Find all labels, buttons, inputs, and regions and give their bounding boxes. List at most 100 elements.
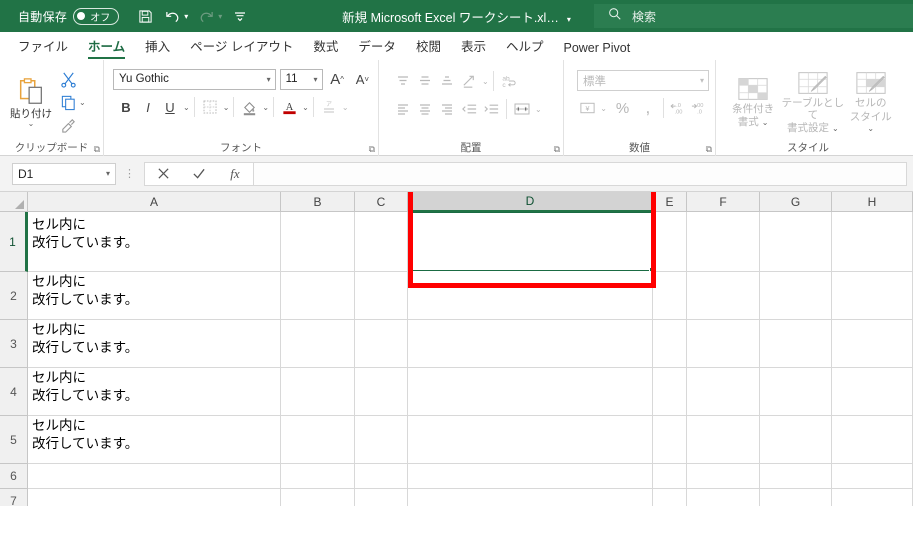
cell-d5[interactable] xyxy=(408,416,653,464)
active-cell-d1[interactable] xyxy=(408,212,653,271)
column-header-d[interactable]: D xyxy=(408,192,653,212)
cell-f4[interactable] xyxy=(687,368,760,416)
underline-dropdown-caret[interactable]: ⌄ xyxy=(183,103,190,112)
cell-g4[interactable] xyxy=(760,368,832,416)
cell-a4[interactable]: セル内に 改行しています。 xyxy=(28,368,281,416)
grow-font-icon[interactable]: A ^ xyxy=(327,68,348,90)
italic-button[interactable]: I xyxy=(137,96,159,118)
row-header-3[interactable]: 3 xyxy=(0,320,28,368)
cell-d3[interactable] xyxy=(408,320,653,368)
cell-b3[interactable] xyxy=(281,320,355,368)
undo-icon[interactable] xyxy=(160,4,184,28)
cancel-icon[interactable] xyxy=(145,163,181,185)
align-left-icon[interactable] xyxy=(392,98,414,120)
font-name-input[interactable]: Yu Gothic ▾ xyxy=(113,68,276,90)
merge-cells-icon[interactable] xyxy=(511,98,533,120)
merge-dropdown-caret[interactable]: ⌄ xyxy=(535,105,542,114)
align-top-icon[interactable] xyxy=(392,70,414,92)
font-dialog-launcher[interactable]: ⧉ xyxy=(369,144,375,155)
cell-h6[interactable] xyxy=(832,464,913,489)
cell-c7[interactable] xyxy=(355,489,408,506)
document-title-caret[interactable]: ▾ xyxy=(567,15,571,24)
cell-f5[interactable] xyxy=(687,416,760,464)
select-all-corner[interactable] xyxy=(0,192,28,212)
name-box-caret[interactable]: ▾ xyxy=(106,169,110,178)
format-painter-icon[interactable] xyxy=(57,114,79,136)
align-middle-icon[interactable] xyxy=(414,70,436,92)
cell-b7[interactable] xyxy=(281,489,355,506)
cell-h5[interactable] xyxy=(832,416,913,464)
tab-home[interactable]: ホーム xyxy=(78,33,135,60)
cell-c3[interactable] xyxy=(355,320,408,368)
font-color-icon[interactable]: A xyxy=(278,96,300,118)
cell-e4[interactable] xyxy=(653,368,687,416)
borders-icon[interactable] xyxy=(199,96,221,118)
clipboard-dialog-launcher[interactable]: ⧉ xyxy=(94,144,100,155)
cell-a2[interactable]: セル内に 改行しています。 xyxy=(28,272,281,320)
search-input[interactable]: 検索 xyxy=(594,4,913,28)
increase-decimal-icon[interactable]: .0.00 xyxy=(667,97,688,119)
font-name-caret[interactable]: ▾ xyxy=(267,75,271,84)
cell-h2[interactable] xyxy=(832,272,913,320)
paste-dropdown-caret[interactable]: ⌄ xyxy=(28,120,35,128)
cell-c5[interactable] xyxy=(355,416,408,464)
tab-insert[interactable]: 挿入 xyxy=(135,33,180,60)
tab-help[interactable]: ヘルプ xyxy=(496,33,554,60)
tab-review[interactable]: 校閲 xyxy=(406,33,451,60)
cell-d4[interactable] xyxy=(408,368,653,416)
row-header-2[interactable]: 2 xyxy=(0,272,28,320)
autosave-toggle[interactable]: オフ xyxy=(73,7,120,25)
cell-c4[interactable] xyxy=(355,368,408,416)
cell-e5[interactable] xyxy=(653,416,687,464)
column-header-e[interactable]: E xyxy=(653,192,687,212)
cell-f6[interactable] xyxy=(687,464,760,489)
format-as-table-button[interactable]: テーブルとして 書式設定 ⌄ xyxy=(781,66,844,135)
name-box[interactable]: D1 ▾ xyxy=(12,162,116,185)
cell-a5[interactable]: セル内に 改行しています。 xyxy=(28,416,281,464)
column-header-a[interactable]: A xyxy=(28,192,281,212)
tab-power-pivot[interactable]: Power Pivot xyxy=(553,38,640,60)
cell-g5[interactable] xyxy=(760,416,832,464)
cell-g6[interactable] xyxy=(760,464,832,489)
cell-styles-button[interactable]: セルの スタイル ⌄ xyxy=(847,66,895,135)
cell-c1[interactable] xyxy=(355,212,408,272)
cell-b2[interactable] xyxy=(281,272,355,320)
bold-button[interactable]: B xyxy=(115,96,137,118)
align-bottom-icon[interactable] xyxy=(436,70,458,92)
cell-d2[interactable] xyxy=(408,272,653,320)
cut-icon[interactable] xyxy=(57,68,79,90)
cell-g2[interactable] xyxy=(760,272,832,320)
increase-indent-icon[interactable] xyxy=(480,98,502,120)
paste-button[interactable]: 貼り付け ⌄ xyxy=(5,73,57,129)
row-header-4[interactable]: 4 xyxy=(0,368,28,416)
accounting-format-icon[interactable]: ¥ xyxy=(577,97,598,119)
cell-f1[interactable] xyxy=(687,212,760,272)
shrink-font-icon[interactable]: A ˅ xyxy=(352,68,373,90)
underline-button[interactable]: U xyxy=(159,96,181,118)
accounting-dropdown-caret[interactable]: ⌄ xyxy=(600,104,607,113)
borders-dropdown-caret[interactable]: ⌄ xyxy=(223,103,230,112)
cell-e3[interactable] xyxy=(653,320,687,368)
alignment-dialog-launcher[interactable]: ⧉ xyxy=(554,144,560,155)
cell-d7[interactable] xyxy=(408,489,653,506)
cell-b6[interactable] xyxy=(281,464,355,489)
column-header-c[interactable]: C xyxy=(355,192,408,212)
cell-f2[interactable] xyxy=(687,272,760,320)
cell-h7[interactable] xyxy=(832,489,913,506)
copy-dropdown-caret[interactable]: ⌄ xyxy=(79,98,86,107)
number-format-caret[interactable]: ▾ xyxy=(700,76,704,85)
cell-f3[interactable] xyxy=(687,320,760,368)
confirm-icon[interactable] xyxy=(181,163,217,185)
cell-b4[interactable] xyxy=(281,368,355,416)
tab-formulas[interactable]: 数式 xyxy=(303,33,348,60)
column-header-h[interactable]: H xyxy=(832,192,913,212)
tab-view[interactable]: 表示 xyxy=(451,33,496,60)
cell-c2[interactable] xyxy=(355,272,408,320)
cell-h4[interactable] xyxy=(832,368,913,416)
fill-handle[interactable] xyxy=(649,267,654,272)
row-header-1[interactable]: 1 xyxy=(0,212,28,272)
cell-e6[interactable] xyxy=(653,464,687,489)
cell-d6[interactable] xyxy=(408,464,653,489)
row-header-6[interactable]: 6 xyxy=(0,464,28,489)
insert-function-icon[interactable]: fx xyxy=(217,163,253,185)
